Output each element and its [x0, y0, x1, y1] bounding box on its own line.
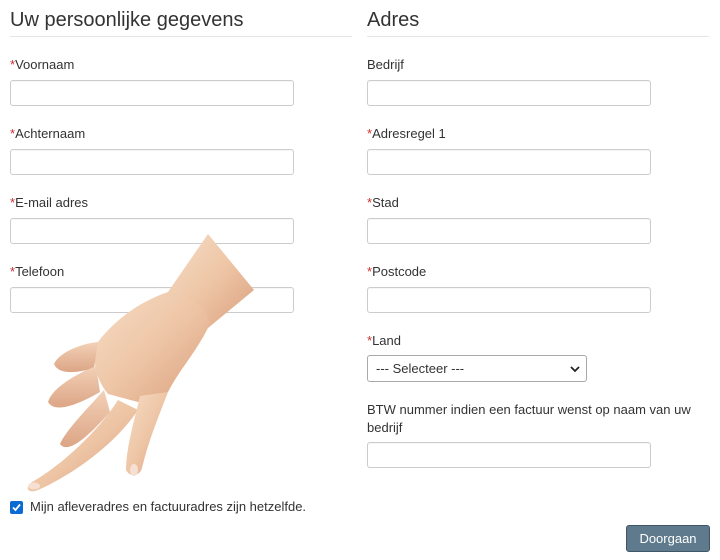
address-line1-input[interactable] [367, 149, 651, 175]
firstname-label-text: Voornaam [15, 57, 75, 72]
postcode-label: *Postcode [367, 264, 426, 280]
company-input[interactable] [367, 80, 651, 106]
country-label-text: Land [372, 333, 401, 348]
same-address-checkbox[interactable] [10, 501, 23, 514]
city-label: *Stad [367, 195, 399, 211]
lastname-label-text: Achternaam [15, 126, 86, 141]
same-address-label: Mijn afleveradres en factuuradres zijn h… [30, 499, 307, 514]
lastname-label: *Achternaam [10, 126, 85, 142]
country-label: *Land [367, 333, 401, 349]
country-select[interactable]: --- Selecteer --- [367, 355, 587, 382]
vat-label: BTW nummer indien een factuur wenst op n… [367, 401, 707, 437]
city-label-text: Stad [372, 195, 399, 210]
postcode-input[interactable] [367, 287, 651, 313]
pointing-hand-icon [27, 234, 254, 492]
vat-label-line2: bedrijf [367, 420, 403, 435]
firstname-label: *Voornaam [10, 57, 74, 73]
personal-details-title: Uw persoonlijke gegevens [10, 9, 244, 31]
country-select-value: --- Selecteer --- [376, 361, 465, 376]
address-line1-label: *Adresregel 1 [367, 126, 446, 142]
address-title: Adres [367, 9, 420, 31]
postcode-label-text: Postcode [372, 264, 427, 279]
chevron-down-icon [570, 366, 580, 373]
continue-button[interactable]: Doorgaan [626, 525, 710, 552]
vat-label-line1: BTW nummer indien een factuur wenst op n… [367, 402, 691, 417]
address-divider [367, 36, 709, 37]
city-input[interactable] [367, 218, 651, 244]
email-label: *E-mail adres [10, 195, 88, 211]
address-line1-label-text: Adresregel 1 [372, 126, 446, 141]
company-label: Bedrijf [367, 57, 404, 72]
personal-details-divider [10, 36, 352, 37]
email-label-text: E-mail adres [15, 195, 89, 210]
checkmark-icon [12, 503, 21, 512]
vat-number-input[interactable] [367, 442, 651, 468]
firstname-input[interactable] [10, 80, 294, 106]
lastname-input[interactable] [10, 149, 294, 175]
